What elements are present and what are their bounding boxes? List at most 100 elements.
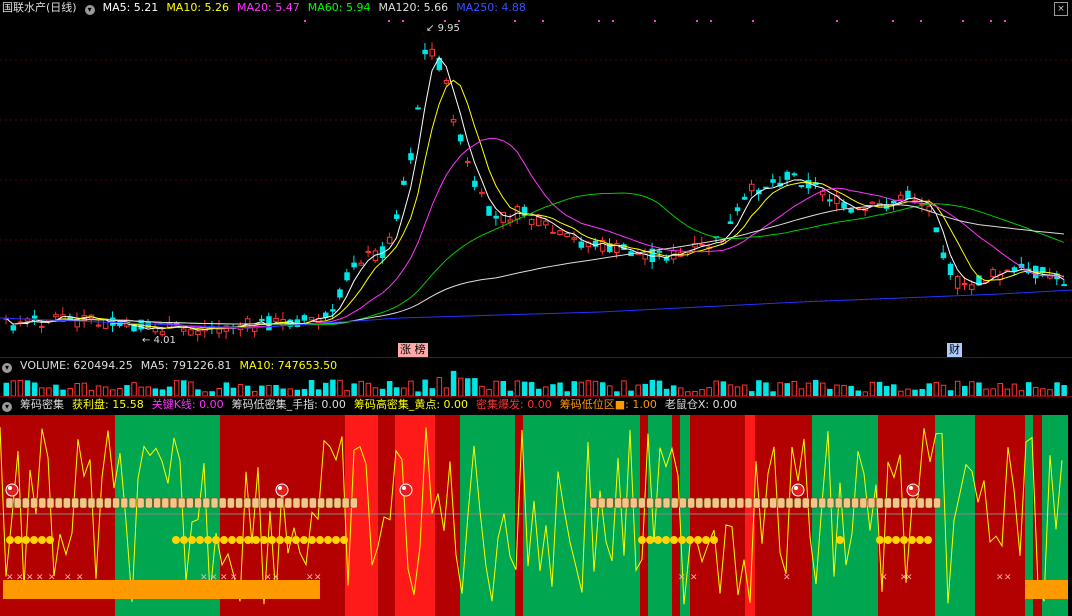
volume-bar [926,383,932,396]
yellow-dot [892,536,900,544]
finger-marker [761,497,769,509]
volume-bar [95,385,102,396]
yellow-dot [6,536,14,544]
volume-bar [983,388,989,396]
chip-legend: 获利盘: 15.58 关键K线: 0.00 筹码低密集_手指: 0.00 筹码高密集_… [72,398,745,411]
volume-bar [514,380,521,396]
volume-bar [365,382,372,396]
rat-x-marker: ✕ [678,573,686,583]
red-ball-highlight [402,486,406,490]
chip-indicator-chart[interactable]: ✕ ✕ ✕ ✕ ✕ ✕ ✕ ✕ ✕ ✕ ✕ ✕ ✕ ✕ ✕ ✕ ✕ ✕ ✕ ✕✕ ✕ ✕ [0,397,1072,616]
candle-body [805,180,812,189]
finger-marker [268,497,276,509]
volume-bar [429,388,435,396]
yellow-dot [14,536,22,544]
yellow-dot [836,536,844,544]
yellow-dot [188,536,196,544]
chip-panel[interactable]: ✕ ✕ ✕ ✕ ✕ ✕ ✕ ✕ ✕ ✕ ✕ ✕ ✕ ✕ ✕ ✕ ✕ ✕ ✕ ✕ ✕ ✕ ✕ ▾ 筹码密集 获利盘: 15.58 关… [0,397,1072,616]
event-tag-limit[interactable]: 涨 榜 [398,343,428,357]
volume-bar [727,384,734,396]
chip-band [648,415,672,616]
volume-bar [741,384,748,396]
finger-marker [720,497,728,509]
volume-bar [784,383,790,396]
yellow-dot [196,536,204,544]
candle-body [905,190,911,199]
chip-item-4: 密集爆发: 0.00 [476,398,552,411]
finger-marker [95,497,104,509]
candle-body [188,329,194,336]
yellow-dot [284,536,292,544]
yellow-dot [678,536,686,544]
candle-body [869,201,876,205]
volume-bar [422,379,428,396]
volume-bar [1004,388,1011,396]
finger-marker [606,497,614,509]
volume-bar [230,387,237,396]
yellow-dot [670,536,678,544]
rat-x-marker: ✕ [210,573,218,583]
finger-marker [802,497,810,509]
volume-bar [173,380,180,396]
volume-bar [138,386,144,396]
volume-bar [536,388,542,396]
signal-dot [598,20,600,22]
volume-bar [46,387,52,396]
finger-marker [728,497,736,509]
candle-body [947,263,954,276]
volume-bar [763,382,769,396]
chip-band [523,415,640,616]
finger-marker [629,497,638,509]
finger-marker [736,497,745,509]
candle-body [301,315,308,321]
candle-body [394,214,400,219]
volume-bar [1040,388,1046,396]
candlestick-chart[interactable] [0,0,1072,357]
yellow-dot [228,536,236,544]
finger-marker [161,497,170,509]
yellow-dot [908,536,916,544]
volume-bar [571,381,577,396]
volume-bar [876,381,883,396]
rat-x-marker: ✕ [264,573,272,583]
finger-marker [818,497,827,509]
volume-panel[interactable]: ▾ VOLUME: 620494.25 MA5: 791226.81 MA10: 74… [0,358,1072,396]
event-tag-finance[interactable]: 财 [947,343,962,357]
candle-body [95,324,102,327]
finger-marker [925,497,933,509]
signal-dot [696,20,698,22]
finger-marker [900,497,909,509]
yellow-dot [702,536,710,544]
candle-body [195,330,201,335]
candle-body [727,221,734,224]
finger-marker [916,497,925,509]
finger-marker [859,497,868,509]
candle-body [365,250,372,253]
yellow-dot [204,536,212,544]
signal-dot [920,20,922,22]
chip-item-3: 筹码高密集_黄点: 0.00 [353,398,469,411]
price-panel[interactable]: 国联水产(日线) ▾ MA5: 5.21 MA10: 5.26 MA20: 5.47 MA… [0,0,1072,357]
settings-circle-icon[interactable]: ▾ [2,363,12,373]
candle-body [933,227,940,233]
candle-body [699,243,705,246]
chip-item-6: 老鼠仓X: 0.00 [664,398,738,411]
volume-bar [528,382,535,396]
finger-marker [136,497,145,509]
yellow-dot [236,536,244,544]
volume-bar [39,387,45,396]
yellow-dot [340,536,348,544]
finger-marker [145,497,153,509]
price-header: 国联水产(日线) ▾ MA5: 5.21 MA10: 5.26 MA20: 5.47 MA… [2,0,542,16]
yellow-dot [686,536,694,544]
settings-circle-icon[interactable]: ▾ [2,402,12,412]
finger-marker [276,497,284,509]
volume-bar [756,380,762,396]
red-ball-icon [399,483,413,497]
finger-marker [120,497,129,509]
volume-bar [237,384,244,396]
chip-band [378,415,395,616]
candle-body [543,220,549,226]
settings-circle-icon[interactable]: ▾ [84,5,95,15]
volume-bar [17,379,24,396]
